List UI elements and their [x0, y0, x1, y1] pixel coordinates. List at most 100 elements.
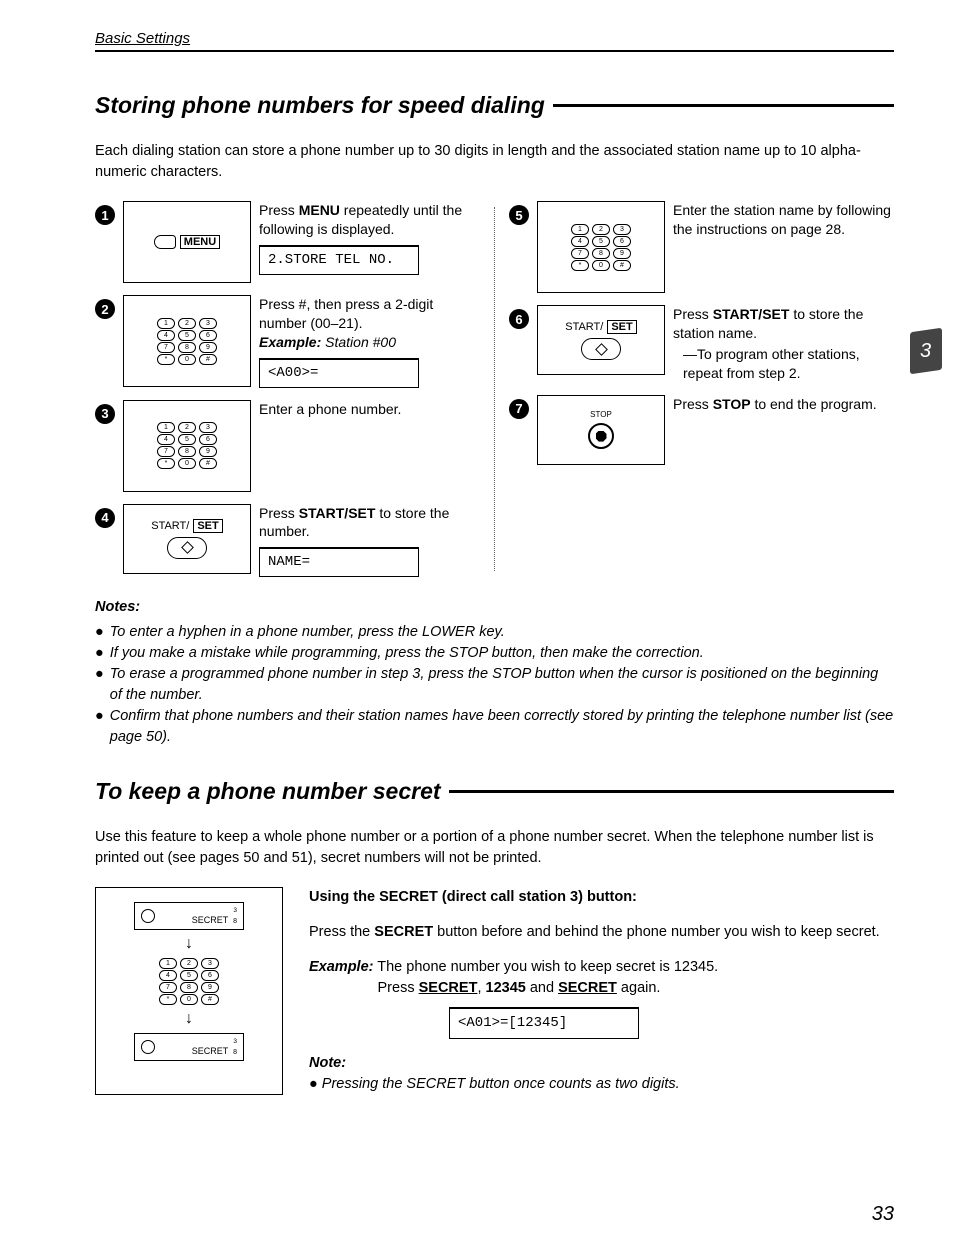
step-1-illustration: MENU [123, 201, 251, 283]
section-title-row: To keep a phone number secret [95, 778, 894, 805]
t: To erase a programmed phone number in st… [110, 664, 894, 706]
secret-section: 3 SECRET 8 ↓ 123 456 789 *0# ↓ 3 SECRET … [95, 887, 894, 1094]
t: Press #, then press a 2-digit number (00… [259, 296, 433, 331]
header-section-name: Basic Settings [95, 30, 190, 47]
arrow-down-icon: ↓ [185, 1011, 193, 1027]
note-item: ●To enter a hyphen in a phone number, pr… [95, 622, 894, 643]
lcd-display: <A00>= [259, 358, 419, 388]
page-header: Basic Settings [95, 30, 894, 52]
notes-block: Notes: ●To enter a hyphen in a phone num… [95, 597, 894, 748]
t: 8 [233, 918, 237, 925]
t: Press [378, 980, 419, 996]
t: If you make a mistake while programming,… [110, 643, 704, 664]
step-6: 6 START/SET Press START/SET to store the… [509, 305, 894, 383]
step-4: 4 START/SET Press START/SET to store the… [95, 504, 480, 578]
secret-body: Using the SECRET (direct call station 3)… [309, 887, 894, 1094]
step-2: 2 123 456 789 *0# Press #, then press a … [95, 295, 480, 388]
step-7: 7 STOP Press STOP to end the program. [509, 395, 894, 465]
step-number: 4 [95, 508, 115, 528]
note-item: ●To erase a programmed phone number in s… [95, 664, 894, 706]
t: and [526, 980, 558, 996]
step-5-body: Enter the station name by following the … [673, 201, 894, 239]
t: Pressing the SECRET button once counts a… [322, 1076, 680, 1092]
lcd-display: 2.STORE TEL NO. [259, 245, 419, 275]
secret-button-icon: 3 SECRET 8 [134, 1033, 244, 1061]
steps-col-left: 1 MENU Press MENU repeatedly until the f… [95, 201, 480, 577]
lcd-display: NAME= [259, 547, 419, 577]
start-set-button-icon [581, 338, 621, 360]
start-set-button-icon [167, 537, 207, 559]
t: to end the program. [751, 396, 877, 412]
note-item: ●If you make a mistake while programming… [95, 643, 894, 664]
step-7-body: Press STOP to end the program. [673, 395, 894, 414]
step-2-body: Press #, then press a 2-digit number (00… [259, 295, 480, 388]
keypad-icon: 123 456 789 *0# [157, 422, 217, 469]
notes-title: Notes: [95, 597, 894, 618]
step-number: 1 [95, 205, 115, 225]
title-rule [553, 104, 894, 107]
step-6-illustration: START/SET [537, 305, 665, 375]
step-1-body: Press MENU repeatedly until the followin… [259, 201, 480, 275]
t: Example: [259, 334, 321, 350]
t: SECRET [419, 980, 478, 996]
step-6-substep: —To program other stations, repeat from … [673, 345, 894, 383]
title-rule [449, 790, 894, 793]
button-shape-icon [154, 235, 176, 249]
t: Press [259, 202, 299, 218]
t: 8 [233, 1049, 237, 1056]
t: To enter a hyphen in a phone number, pre… [110, 622, 505, 643]
t: Station #00 [321, 334, 396, 350]
t: Press [673, 306, 713, 322]
step-6-body: Press START/SET to store the station nam… [673, 305, 894, 383]
t: START/SET [299, 505, 376, 521]
chapter-tab: 3 [910, 328, 942, 374]
t: again. [617, 980, 661, 996]
manual-page: 3 Basic Settings Storing phone numbers f… [0, 0, 954, 1250]
step-number: 7 [509, 399, 529, 419]
intro-paragraph-1: Each dialing station can store a phone n… [95, 141, 894, 183]
t: Confirm that phone numbers and their sta… [110, 706, 894, 748]
section-title-1: Storing phone numbers for speed dialing [95, 92, 553, 119]
t: SECRET [374, 924, 433, 940]
t: SET [193, 519, 222, 533]
t: START/ [151, 520, 189, 532]
secret-note: Note: ● Pressing the SECRET button once … [309, 1053, 894, 1095]
t: START/SET [713, 306, 790, 322]
secret-paragraph: Press the SECRET button before and behin… [309, 922, 894, 943]
t: Press the [309, 924, 374, 940]
secret-subhead: Using the SECRET (direct call station 3)… [309, 887, 894, 908]
t: 12345 [486, 980, 526, 996]
t: button before and behind the phone numbe… [433, 924, 880, 940]
step-4-body: Press START/SET to store the number. NAM… [259, 504, 480, 578]
keypad-icon: 123 456 789 *0# [571, 224, 631, 271]
t: Example: [309, 959, 373, 975]
secret-button-icon: 3 SECRET 8 [134, 902, 244, 930]
arrow-down-icon: ↓ [185, 936, 193, 952]
section-title-2: To keep a phone number secret [95, 778, 449, 805]
column-separator [494, 207, 495, 571]
t: SECRET [192, 1046, 228, 1056]
step-1: 1 MENU Press MENU repeatedly until the f… [95, 201, 480, 283]
t: The phone number you wish to keep secret… [373, 959, 718, 975]
steps-columns: 1 MENU Press MENU repeatedly until the f… [95, 201, 894, 577]
chapter-number: 3 [920, 340, 931, 363]
t: START/ [565, 321, 603, 333]
steps-col-right: 5 123 456 789 *0# Enter the station name… [509, 201, 894, 577]
t: Press [259, 505, 299, 521]
note-item: ●Confirm that phone numbers and their st… [95, 706, 894, 748]
lcd-display: <A01>=[12345] [449, 1007, 639, 1038]
step-number: 5 [509, 205, 529, 225]
step-3-body: Enter a phone number. [259, 400, 480, 419]
t: Note: [309, 1055, 346, 1071]
keypad-icon: 123 456 789 *0# [159, 958, 219, 1005]
step-5-illustration: 123 456 789 *0# [537, 201, 665, 293]
keypad-icon: 123 456 789 *0# [157, 318, 217, 365]
intro-paragraph-2: Use this feature to keep a whole phone n… [95, 827, 894, 869]
t: SECRET [558, 980, 617, 996]
t: MENU [299, 202, 340, 218]
step-5: 5 123 456 789 *0# Enter the station name… [509, 201, 894, 293]
page-number: 33 [872, 1203, 894, 1226]
stop-button-icon [588, 423, 614, 449]
menu-button-label: MENU [180, 235, 220, 249]
step-4-illustration: START/SET [123, 504, 251, 574]
